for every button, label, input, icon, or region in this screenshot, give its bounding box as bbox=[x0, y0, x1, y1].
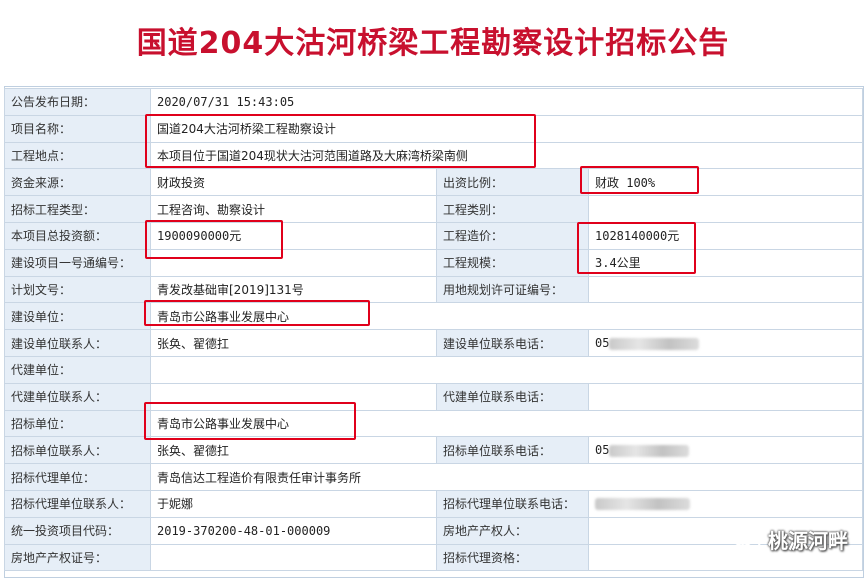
property-owner-label: 房地产产权人： bbox=[436, 516, 589, 545]
plan-doc-label: 计划文号： bbox=[4, 275, 151, 304]
redacted-phone bbox=[609, 337, 700, 350]
builder-label: 建设单位： bbox=[4, 302, 151, 331]
publish-date-value: 2020/07/31 15:43:05 bbox=[150, 88, 863, 116]
highlight-project-name-location bbox=[145, 114, 536, 168]
fund-source-value: 财政投资 bbox=[150, 168, 437, 197]
table-row: 招标代理单位： 青岛信达工程造价有限责任审计事务所 bbox=[4, 463, 863, 491]
table-row: 代建单位联系人： 代建单位联系电话： bbox=[4, 382, 863, 411]
agent-builder-phone-label: 代建单位联系电话： bbox=[436, 382, 589, 411]
funding-ratio-label: 出资比例： bbox=[436, 168, 589, 197]
project-category-label: 工程类别： bbox=[436, 195, 589, 223]
agent-builder-contact-label: 代建单位联系人： bbox=[4, 382, 151, 411]
tenderer-label: 招标单位： bbox=[4, 409, 151, 438]
tender-agent-contact-value: 于妮娜 bbox=[150, 489, 437, 518]
table-row: 本项目总投资额： 1900090000元 工程造价： 1028140000元 bbox=[4, 221, 863, 250]
tender-type-label: 招标工程类型： bbox=[4, 195, 151, 223]
project-number-label: 建设项目一号通编号： bbox=[4, 248, 151, 277]
table-row: 建设项目一号通编号： 工程规模： 3.4公里 bbox=[4, 248, 863, 277]
wechat-icon bbox=[732, 529, 761, 550]
publish-date-label: 公告发布日期： bbox=[4, 88, 151, 116]
tenderer-phone-label: 招标单位联系电话： bbox=[436, 436, 589, 465]
table-row: 代建单位： bbox=[4, 355, 863, 384]
table-row: 招标工程类型： 工程咨询、勘察设计 工程类别： bbox=[4, 195, 863, 223]
project-scale-label: 工程规模： bbox=[436, 248, 589, 277]
tender-agent-phone-value bbox=[588, 489, 863, 518]
tenderer-contact-label: 招标单位联系人： bbox=[4, 436, 151, 465]
builder-phone-value: 05 bbox=[588, 329, 863, 357]
page-title: 国道204大沽河桥梁工程勘察设计招标公告 bbox=[136, 26, 730, 61]
project-name-label: 项目名称： bbox=[4, 114, 151, 143]
property-cert-value bbox=[150, 543, 437, 572]
property-cert-label: 房地产产权证号： bbox=[4, 543, 151, 572]
builder-phone-label: 建设单位联系电话： bbox=[436, 329, 589, 357]
table-row: 建设单位联系人： 张奂、翟德扛 建设单位联系电话： 05 bbox=[4, 329, 863, 357]
table-row: 建设单位： 青岛市公路事业发展中心 bbox=[4, 302, 863, 331]
table-row: 资金来源： 财政投资 出资比例： 财政 100% bbox=[4, 168, 863, 197]
highlight-tenderer bbox=[144, 402, 356, 440]
land-permit-value bbox=[588, 275, 863, 304]
agent-qualification-label: 招标代理资格： bbox=[436, 543, 589, 572]
builder-contact-value: 张奂、翟德扛 bbox=[150, 329, 437, 357]
highlight-cost-scale bbox=[577, 222, 696, 274]
highlight-builder bbox=[144, 300, 370, 326]
agent-builder-phone-value bbox=[588, 382, 863, 411]
builder-contact-label: 建设单位联系人： bbox=[4, 329, 151, 357]
table-row: 招标单位联系人： 张奂、翟德扛 招标单位联系电话： 05 bbox=[4, 436, 863, 465]
table-row: 公告发布日期： 2020/07/31 15:43:05 bbox=[4, 88, 863, 116]
table-row: 招标单位： 青岛市公路事业发展中心 bbox=[4, 409, 863, 438]
redacted-phone bbox=[595, 498, 690, 511]
tender-agent-label: 招标代理单位： bbox=[4, 463, 151, 491]
highlight-total-investment bbox=[145, 220, 283, 259]
watermark-text: 桃源河畔 bbox=[768, 529, 848, 553]
tender-agent-value: 青岛信达工程造价有限责任审计事务所 bbox=[150, 463, 863, 491]
tender-type-value: 工程咨询、勘察设计 bbox=[150, 195, 437, 223]
project-location-label: 工程地点： bbox=[4, 141, 151, 170]
investment-code-value: 2019-370200-48-01-000009 bbox=[150, 516, 437, 545]
land-permit-label: 用地规划许可证编号： bbox=[436, 275, 589, 304]
agent-builder-label: 代建单位： bbox=[4, 355, 151, 384]
table-row: 计划文号： 青发改基础审[2019]131号 用地规划许可证编号： bbox=[4, 275, 863, 304]
redacted-phone bbox=[609, 444, 690, 457]
project-cost-label: 工程造价： bbox=[436, 221, 589, 250]
tenderer-contact-value: 张奂、翟德扛 bbox=[150, 436, 437, 465]
project-category-value bbox=[588, 195, 863, 223]
fund-source-label: 资金来源： bbox=[4, 168, 151, 197]
tender-agent-contact-label: 招标代理单位联系人： bbox=[4, 489, 151, 518]
highlight-funding-ratio bbox=[580, 166, 699, 194]
investment-code-label: 统一投资项目代码： bbox=[4, 516, 151, 545]
plan-doc-value: 青发改基础审[2019]131号 bbox=[150, 275, 437, 304]
table-row: 招标代理单位联系人： 于妮娜 招标代理单位联系电话： bbox=[4, 489, 863, 518]
tender-agent-phone-label: 招标代理单位联系电话： bbox=[436, 489, 589, 518]
total-investment-label: 本项目总投资额： bbox=[4, 221, 151, 250]
tenderer-phone-value: 05 bbox=[588, 436, 863, 465]
agent-builder-value bbox=[150, 355, 863, 384]
watermark: 桃源河畔 bbox=[732, 525, 848, 554]
